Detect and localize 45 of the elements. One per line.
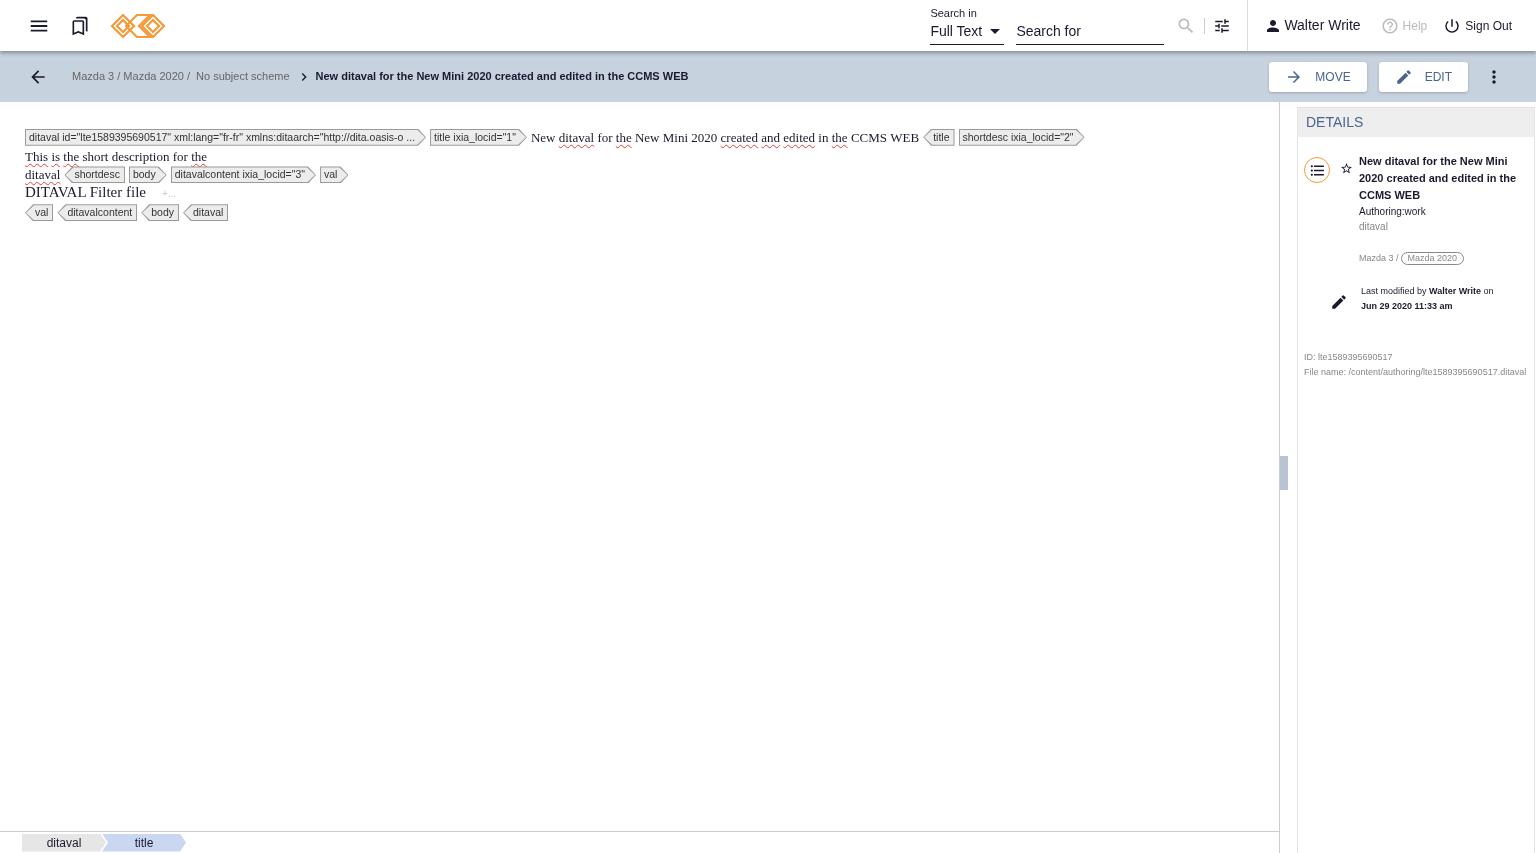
search-in-label: Search in	[930, 6, 978, 20]
pencil-icon	[1394, 67, 1413, 86]
splitter-handle[interactable]	[1280, 456, 1288, 490]
status-text: Authoring:work	[1359, 205, 1427, 219]
close-tag[interactable]: body	[141, 204, 179, 222]
open-tag[interactable]: shortdesc ixia_locid="2"	[958, 128, 1085, 146]
element-path-item[interactable]: ditaval	[22, 833, 106, 852]
edit-button[interactable]: EDIT	[1378, 61, 1468, 92]
filter-settings-icon[interactable]	[1213, 16, 1232, 35]
breadcrumb-link[interactable]: No subject scheme	[196, 68, 290, 85]
open-tag[interactable]: ditavalcontent ixia_locid="3"	[170, 166, 317, 184]
close-tag[interactable]: ditavalcontent	[57, 204, 138, 222]
text-run: This is the short description for the	[25, 147, 207, 165]
help-icon	[1380, 16, 1399, 35]
last-modified-text: Last modified by Walter Write on	[1361, 284, 1494, 298]
text-run: New ditaval for the New Mini 2020 created and edited in the CCMS WEB	[530, 128, 920, 146]
modified-date: Jun 29 2020 11:33 am	[1361, 299, 1454, 313]
breadcrumb-link[interactable]: Mazda 3 / Mazda 2020 /	[72, 68, 190, 85]
element-path-item[interactable]: title	[102, 833, 186, 852]
file-name-text: File name: /content/authoring/lte1589395690517.ditaval	[1304, 365, 1528, 379]
bookmarks-icon[interactable]	[70, 15, 90, 36]
document-title: New ditaval for the New Mini 2020 created and edited in the CCMS WEB	[1359, 154, 1518, 203]
type-text: ditaval	[1359, 220, 1389, 234]
open-tag[interactable]: title ixia_locid="1"	[430, 128, 527, 146]
search-scope-dropdown[interactable]: Full Text	[930, 22, 1005, 45]
move-button[interactable]: MOVE	[1269, 61, 1367, 92]
close-tag[interactable]: title	[923, 128, 955, 146]
sign-out-button[interactable]: Sign Out	[1443, 16, 1512, 35]
search-field[interactable]: Search for	[1016, 22, 1165, 45]
close-tag[interactable]: ditaval	[183, 204, 229, 222]
user-button[interactable]: Walter Write	[1264, 15, 1361, 36]
close-tag[interactable]: val	[25, 204, 54, 222]
paragraph-text: DITAVAL Filter file	[25, 184, 146, 201]
details-header[interactable]: DETAILS	[1298, 108, 1534, 137]
caret-icon	[990, 28, 1001, 34]
power-icon	[1443, 16, 1462, 35]
id-text: ID: lte1589395690517	[1304, 350, 1394, 364]
location-text: Mazda 3 /	[1359, 252, 1399, 265]
open-tag[interactable]: ditaval id="lte1589395690517" xml:lang="fr-fr" xmlns:ditaarch="http://dita.oasis-o ...	[25, 128, 427, 146]
breadcrumb-current: New ditaval for the New Mini 2020 created and edited in the CCMS WEB	[315, 69, 689, 85]
text-run: ditaval	[25, 166, 61, 184]
close-tag[interactable]: shortdesc	[64, 166, 125, 184]
pencil-icon	[1330, 292, 1348, 311]
open-tag[interactable]: body	[128, 166, 167, 184]
open-tag[interactable]: val	[320, 166, 349, 184]
